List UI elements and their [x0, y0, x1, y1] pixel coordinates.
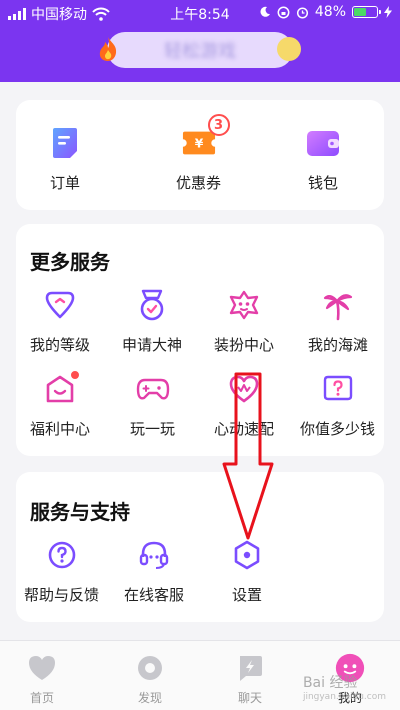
tab-home[interactable]: 首页: [12, 653, 72, 706]
watermark: Bai 经验 jingyan.baidu.com: [303, 672, 386, 702]
service-welfare-center-label: 福利中心: [30, 420, 91, 438]
dress-up-icon: [227, 288, 261, 322]
tab-discover[interactable]: 发现: [120, 653, 180, 706]
tab-discover-label: 发现: [137, 691, 162, 705]
order-label: 订单: [49, 174, 80, 192]
tab-home-label: 首页: [29, 691, 54, 705]
header-title-pill[interactable]: 轻松游戏: [99, 32, 301, 68]
tab-chat[interactable]: 聊天: [220, 653, 280, 706]
service-my-level-label: 我的等级: [30, 336, 91, 354]
welfare-notification-dot: [70, 370, 80, 380]
coin-icon: [277, 37, 301, 61]
headset-icon: [137, 538, 171, 572]
wallet-button[interactable]: 钱包: [306, 126, 340, 193]
coupon-button[interactable]: ¥ 3 优惠券: [176, 114, 230, 193]
order-button[interactable]: 订单: [48, 126, 82, 193]
palm-tree-icon: [321, 288, 355, 322]
service-play-label: 玩一玩: [130, 420, 176, 438]
support-card: 服务与支持 帮助与反馈 在线客服 设置: [16, 472, 384, 622]
wallet-icon: [306, 126, 340, 160]
battery-percent: 48%: [314, 4, 346, 20]
online-service-button[interactable]: 在线客服: [124, 538, 184, 605]
service-how-much-worth-label: 你值多少钱: [300, 420, 376, 438]
heart-match-icon: [227, 372, 261, 406]
service-how-much-worth[interactable]: 你值多少钱: [300, 372, 375, 439]
settings-button[interactable]: 设置: [230, 538, 264, 605]
lock-rotation-icon: [277, 6, 290, 18]
online-service-label: 在线客服: [124, 586, 185, 604]
service-heart-match-label: 心动速配: [214, 420, 275, 438]
coupon-label: 优惠券: [176, 174, 222, 192]
medal-icon: [135, 288, 169, 322]
more-services-title: 更多服务: [30, 250, 110, 274]
battery-icon: [352, 6, 381, 18]
level-icon: [43, 288, 77, 322]
watermark-text: Bai 经验: [302, 675, 358, 691]
discover-icon: [135, 653, 165, 683]
home-heart-icon: [27, 653, 57, 683]
settings-icon: [230, 538, 264, 572]
help-feedback-button[interactable]: 帮助与反馈: [24, 538, 99, 605]
service-my-level[interactable]: 我的等级: [30, 288, 90, 355]
service-dress-up-center-label: 装扮中心: [214, 336, 275, 354]
service-welfare-center[interactable]: 福利中心: [30, 370, 91, 439]
gamepad-icon: [136, 372, 170, 406]
service-apply-master[interactable]: 申请大神: [122, 288, 182, 355]
tab-chat-label: 聊天: [237, 691, 262, 705]
moon-icon: [260, 6, 270, 17]
service-my-beach-label: 我的海滩: [308, 336, 369, 354]
coupon-badge: 3: [207, 114, 230, 136]
support-title: 服务与支持: [30, 500, 130, 524]
service-heart-match[interactable]: 心动速配: [214, 372, 274, 439]
alarm-icon: [296, 6, 308, 19]
chat-icon: [235, 653, 265, 683]
service-dress-up-center[interactable]: 装扮中心: [214, 288, 274, 355]
help-feedback-label: 帮助与反馈: [24, 586, 100, 604]
charging-icon: [384, 6, 392, 18]
more-services-card: 更多服务 我的等级 申请大神 装扮中心 我的海滩 福利中心 玩一玩 心动速配 你…: [16, 224, 384, 456]
service-my-beach[interactable]: 我的海滩: [308, 288, 368, 355]
svg-text:¥: ¥: [194, 137, 203, 151]
service-play[interactable]: 玩一玩: [130, 372, 175, 439]
question-tag-icon: [321, 372, 355, 406]
fire-icon: [97, 36, 119, 66]
quick-actions-card: 订单 ¥ 3 优惠券 钱包: [16, 100, 384, 210]
header-title: 轻松游戏: [164, 41, 236, 62]
watermark-sub: jingyan.baidu.com: [302, 692, 386, 702]
coupon-icon: ¥ 3: [182, 114, 230, 160]
header: 中国移动 上午8:54 48% 轻松游戏: [0, 0, 400, 82]
wallet-label: 钱包: [307, 174, 338, 192]
title-row: 轻松游戏: [0, 30, 400, 70]
order-icon: [48, 126, 82, 160]
settings-label: 设置: [231, 586, 262, 604]
service-apply-master-label: 申请大神: [122, 336, 183, 354]
help-icon: [45, 538, 79, 572]
gift-house-icon: [43, 370, 80, 406]
status-bar: 中国移动 上午8:54 48%: [0, 0, 400, 26]
